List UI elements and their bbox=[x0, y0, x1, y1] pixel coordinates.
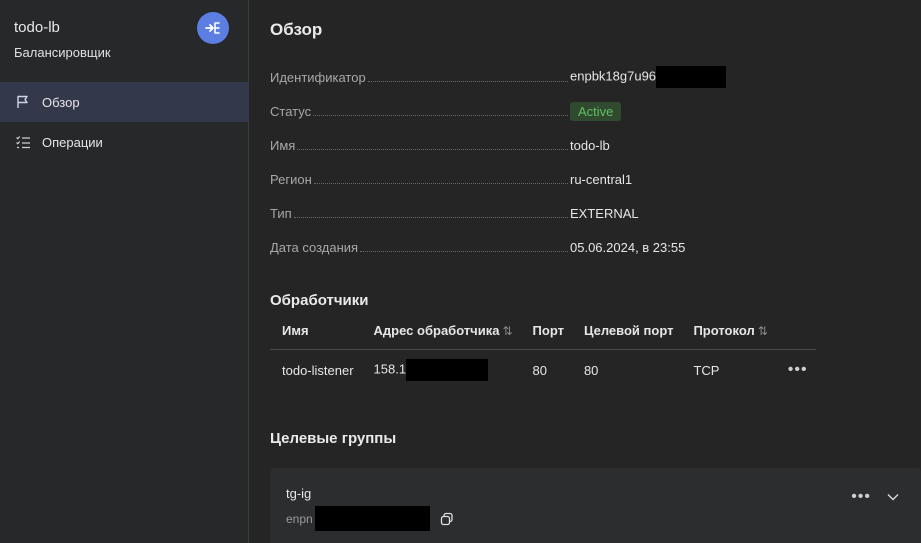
listener-target-port: 80 bbox=[583, 362, 599, 378]
sidebar: todo-lb Балансировщик Обзор Операции bbox=[0, 0, 249, 543]
column-header-target-port: Целевой порт bbox=[571, 313, 682, 350]
redacted-block bbox=[314, 506, 430, 531]
redacted-block bbox=[656, 66, 727, 88]
sidebar-header: todo-lb Балансировщик bbox=[14, 18, 111, 60]
type-value: EXTERNAL bbox=[570, 205, 639, 221]
properties-list: Идентификатор enpbk18g7u96 Статус Active… bbox=[270, 60, 730, 264]
more-actions-icon[interactable]: ••• bbox=[788, 361, 808, 378]
chevron-down-icon[interactable] bbox=[887, 493, 899, 501]
target-group-name: tg-ig bbox=[286, 486, 312, 501]
listeners-heading: Обработчики bbox=[270, 292, 369, 309]
checklist-icon bbox=[14, 133, 32, 151]
property-label: Дата создания bbox=[270, 239, 359, 255]
region-value: ru-central1 bbox=[570, 171, 633, 187]
more-actions-icon[interactable]: ••• bbox=[851, 488, 871, 506]
name-value: todo-lb bbox=[570, 137, 610, 153]
sidebar-item-label: Операции bbox=[42, 134, 103, 150]
column-header-port: Порт bbox=[520, 313, 572, 350]
target-group-id: enpn bbox=[286, 511, 313, 526]
listener-name: todo-listener bbox=[282, 362, 354, 378]
property-row: Идентификатор enpbk18g7u96 bbox=[270, 60, 730, 94]
sidebar-item-overview[interactable]: Обзор bbox=[0, 82, 249, 122]
property-row: Имя todo-lb bbox=[270, 128, 730, 162]
resource-id-value: enpbk18g7u96 bbox=[570, 68, 657, 84]
load-balancer-action-button[interactable] bbox=[197, 12, 229, 44]
page-title: Обзор bbox=[270, 20, 323, 39]
table-row: todo-listener 158.1 80 80 TCP ••• bbox=[270, 349, 816, 391]
target-group-card[interactable]: tg-ig enpn ••• bbox=[270, 468, 921, 543]
copy-icon[interactable] bbox=[440, 512, 454, 526]
table-header-row: Имя Адрес обработчика ⇅ Порт Целевой порт… bbox=[270, 313, 816, 350]
sidebar-item-label: Обзор bbox=[42, 94, 80, 110]
property-label: Имя bbox=[270, 137, 296, 153]
property-label: Идентификатор bbox=[270, 69, 366, 85]
listener-address: 158.1 bbox=[373, 361, 407, 377]
property-label: Статус bbox=[270, 103, 312, 119]
sidebar-nav: Обзор Операции bbox=[0, 82, 249, 162]
column-header-address[interactable]: Адрес обработчика ⇅ bbox=[361, 313, 521, 350]
target-groups-heading: Целевые группы bbox=[270, 430, 397, 447]
redacted-block bbox=[406, 359, 489, 382]
listener-protocol: TCP bbox=[693, 362, 720, 378]
column-header-name: Имя bbox=[270, 313, 362, 350]
property-row: Статус Active bbox=[270, 94, 730, 128]
property-row: Тип EXTERNAL bbox=[270, 196, 730, 230]
property-label: Регион bbox=[270, 171, 312, 187]
status-badge: Active bbox=[570, 101, 622, 121]
sort-icon[interactable]: ⇅ bbox=[502, 324, 512, 338]
created-value: 05.06.2024, в 23:55 bbox=[570, 239, 686, 255]
sidebar-item-operations[interactable]: Операции bbox=[0, 122, 249, 162]
balancer-icon bbox=[205, 22, 220, 34]
property-row: Дата создания 05.06.2024, в 23:55 bbox=[270, 230, 730, 264]
property-row: Регион ru-central1 bbox=[270, 162, 730, 196]
resource-title: todo-lb bbox=[14, 19, 60, 36]
sort-icon[interactable]: ⇅ bbox=[758, 324, 768, 338]
resource-type: Балансировщик bbox=[14, 45, 111, 60]
listener-port: 80 bbox=[532, 362, 547, 378]
property-label: Тип bbox=[270, 205, 292, 221]
column-header-protocol[interactable]: Протокол ⇅ bbox=[681, 313, 776, 350]
main-content: Обзор Идентификатор enpbk18g7u96 Статус … bbox=[250, 0, 921, 543]
flag-icon bbox=[14, 93, 32, 111]
listeners-table: Имя Адрес обработчика ⇅ Порт Целевой порт… bbox=[270, 313, 816, 391]
